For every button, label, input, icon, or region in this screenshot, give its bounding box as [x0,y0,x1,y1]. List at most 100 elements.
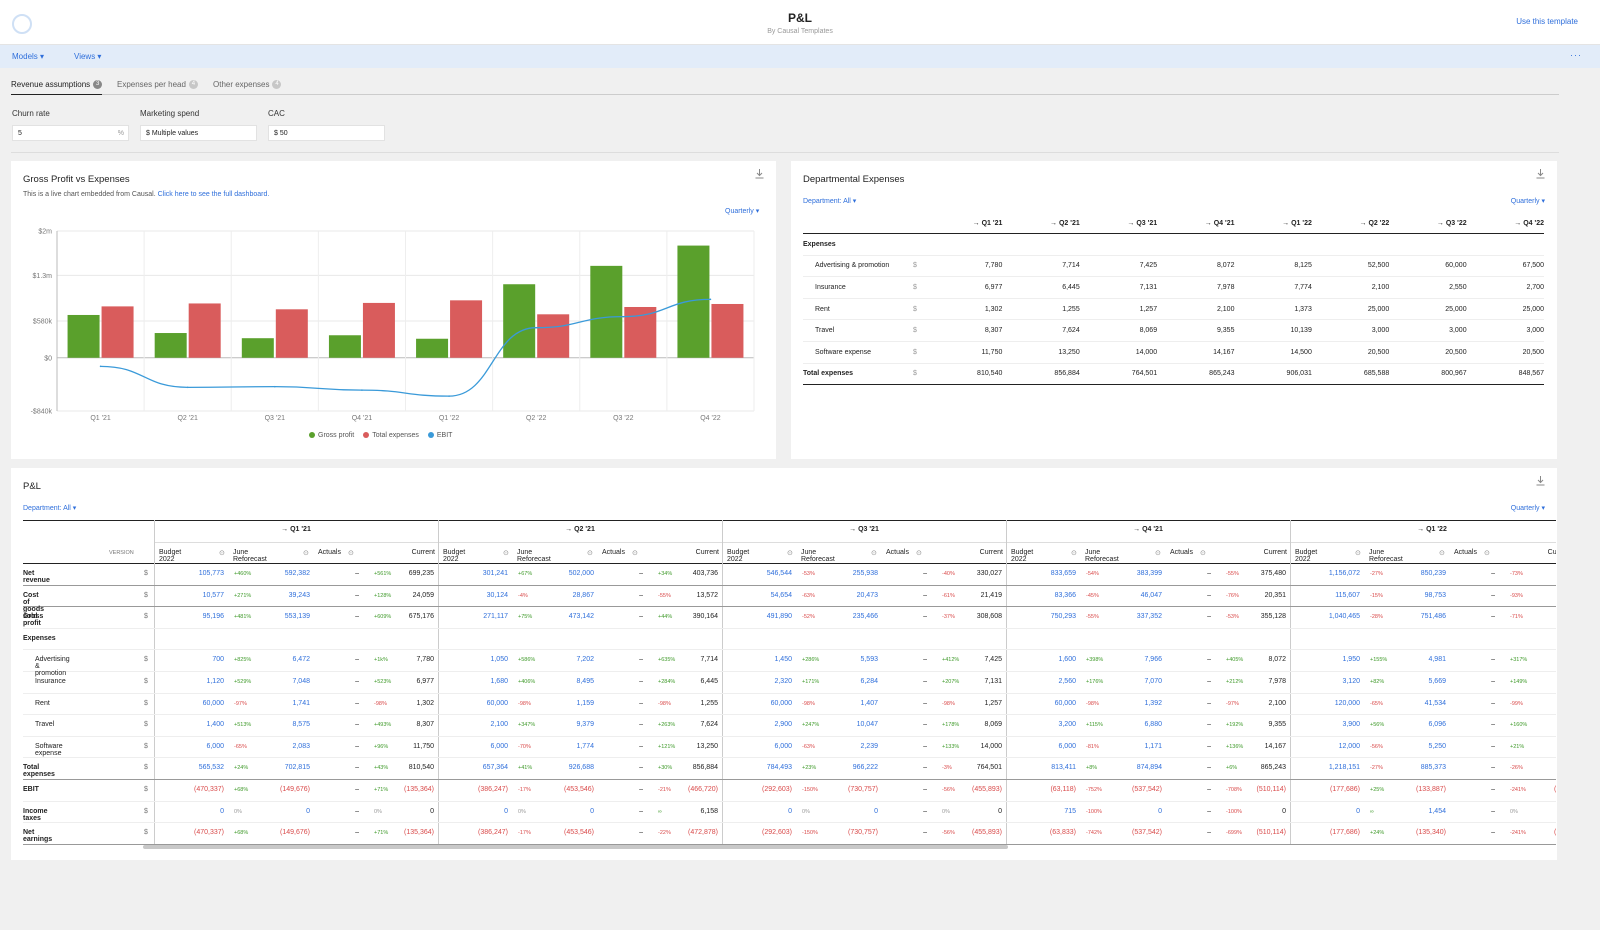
current-value: 7, [1520,678,1556,685]
value-cell: 3,000 [1526,327,1544,335]
x-tick-label: Q4 '22 [700,415,721,422]
cac-input[interactable]: $ 50 [268,125,385,141]
reforecast-value: (537,542) [1132,786,1162,793]
use-template-link[interactable]: Use this template [1516,17,1578,26]
current-value: 8, [1520,656,1556,663]
unit-label: $ [144,656,148,664]
subcolumn-header: Actuals [602,548,625,556]
department-filter[interactable]: Department: All ▾ [23,504,76,512]
value-cell: 7,624 [1062,327,1080,335]
budget-value: 2,560 [1058,678,1076,685]
dept-row: Travel $8,307 7,624 8,069 9,355 10,139 3,000 3,… [803,320,1544,342]
subcolumn-header: Current [979,548,1003,556]
reforecast-value: 1,774 [576,742,594,750]
budget-value: 12,000 [1338,742,1360,750]
legend-label: Gross profit [318,432,355,439]
actuals-value: – [923,829,927,837]
divider [11,152,1559,153]
chart-legend: Gross profit Total expenses EBIT [309,432,452,439]
pl-card: P&L Department: All ▾ Quarterly ▾ VERSIO… [11,468,1557,860]
info-icon: ⊙ [916,549,922,557]
unit-label: $ [144,807,148,815]
reforecast-value: 0 [306,807,310,815]
variance-badge: -17% [518,830,531,837]
unit-label: $ [144,764,148,772]
variance-badge: -98% [1086,700,1099,707]
legend-total-expenses[interactable]: Total expenses [363,432,419,439]
reforecast-value: 235,466 [852,613,878,621]
reforecast-value: 5,250 [1428,742,1446,750]
reforecast-value: (453,546) [564,786,594,793]
value-cell: 25,000 [1522,305,1544,313]
current-value: 2,100 [1268,699,1286,707]
download-icon[interactable] [1536,476,1545,486]
department-filter[interactable]: Department: All ▾ [803,197,856,205]
period-dropdown[interactable]: Quarterly ▾ [1511,504,1545,512]
current-value: 0 [998,807,1002,815]
quarter-header: → Q4 '21 [1133,526,1163,533]
value-cell: 20,500 [1522,348,1544,356]
budget-value: 1,156,072 [1328,570,1360,577]
row-label: Software expense [815,348,872,356]
row-label: EBIT [23,786,39,793]
reforecast-value: 7,070 [1144,678,1162,685]
budget-value: 60,000 [202,699,224,707]
actuals-value: – [923,678,927,685]
current-value: 11,750 [413,742,434,750]
churn-rate-input[interactable]: 5 % [12,125,129,141]
horizontal-scrollbar[interactable] [143,845,1008,849]
variance-badge: +286% [802,657,820,664]
budget-value: 6,000 [1058,742,1076,750]
variance-badge: +8% [1086,765,1098,772]
pl-table-viewport[interactable]: VERSION → Q1 '21 Budget 2022 ⊙ June Reforeca… [23,520,1556,853]
variance-badge: +67% [518,571,533,577]
current-value: (455,893) [972,829,1002,837]
more-options-icon[interactable]: ··· [1570,50,1582,60]
download-icon[interactable] [1536,169,1545,179]
value-cell: 906,031 [1286,370,1312,378]
subcolumn-header: Actuals [1454,548,1477,556]
variance-badge: -70% [518,743,531,750]
reforecast-value: 98,753 [1424,591,1446,599]
assumption-tabs: Revenue assumptions 3 Expenses per head … [11,80,1559,95]
gross-profit-chart-card: Gross Profit vs Expenses This is a live … [11,161,776,459]
quarter-header: → Q2 '21 [565,526,595,533]
tab-expenses-per-head[interactable]: Expenses per head 4 [117,80,198,95]
actuals-value: – [355,699,359,707]
info-icon: ⊙ [1355,549,1361,557]
value-cell: 7,714 [1062,262,1080,270]
header-line [154,541,1556,543]
marketing-spend-input[interactable]: $ Multiple values [140,125,257,141]
dept-row: Advertising & promotion $7,780 7,714 7,425 8… [803,256,1544,278]
info-icon: ⊙ [632,549,638,557]
row-label: Software expense [35,742,63,757]
churn-rate-value: 5 [18,130,22,137]
reforecast-value: 46,047 [1140,591,1162,599]
value-cell: 6,445 [1062,283,1080,291]
period-dropdown[interactable]: Quarterly ▾ [1511,197,1545,205]
legend-ebit[interactable]: EBIT [427,432,452,439]
unit-label: $ [144,570,148,577]
reforecast-value: 4,981 [1428,656,1446,664]
actuals-value: – [355,678,359,685]
reforecast-value: 9,379 [576,721,594,729]
row-label: Insurance [815,283,846,291]
reforecast-value: 1,392 [1144,699,1162,707]
bar-gross-profit [328,335,361,358]
views-menu[interactable]: Views ▾ [74,52,101,61]
variance-badge: +586% [518,657,536,664]
tab-other-expenses[interactable]: Other expenses 4 [213,80,282,95]
tab-revenue-assumptions[interactable]: Revenue assumptions 3 [11,80,103,95]
actuals-value: – [923,591,927,599]
budget-value: 105,773 [198,570,224,577]
budget-value: 120,000 [1334,699,1360,707]
info-icon: ⊙ [219,549,225,557]
variance-badge: -52% [802,614,815,621]
models-menu[interactable]: Models ▾ [12,52,44,61]
reforecast-value: 885,373 [1420,764,1446,772]
reforecast-value: 850,239 [1420,570,1446,577]
actuals-value: – [1491,699,1495,707]
subcolumn-header: Budget 2022 [159,548,182,563]
info-icon: ⊙ [1439,549,1445,557]
legend-gross-profit[interactable]: Gross profit [309,432,354,439]
